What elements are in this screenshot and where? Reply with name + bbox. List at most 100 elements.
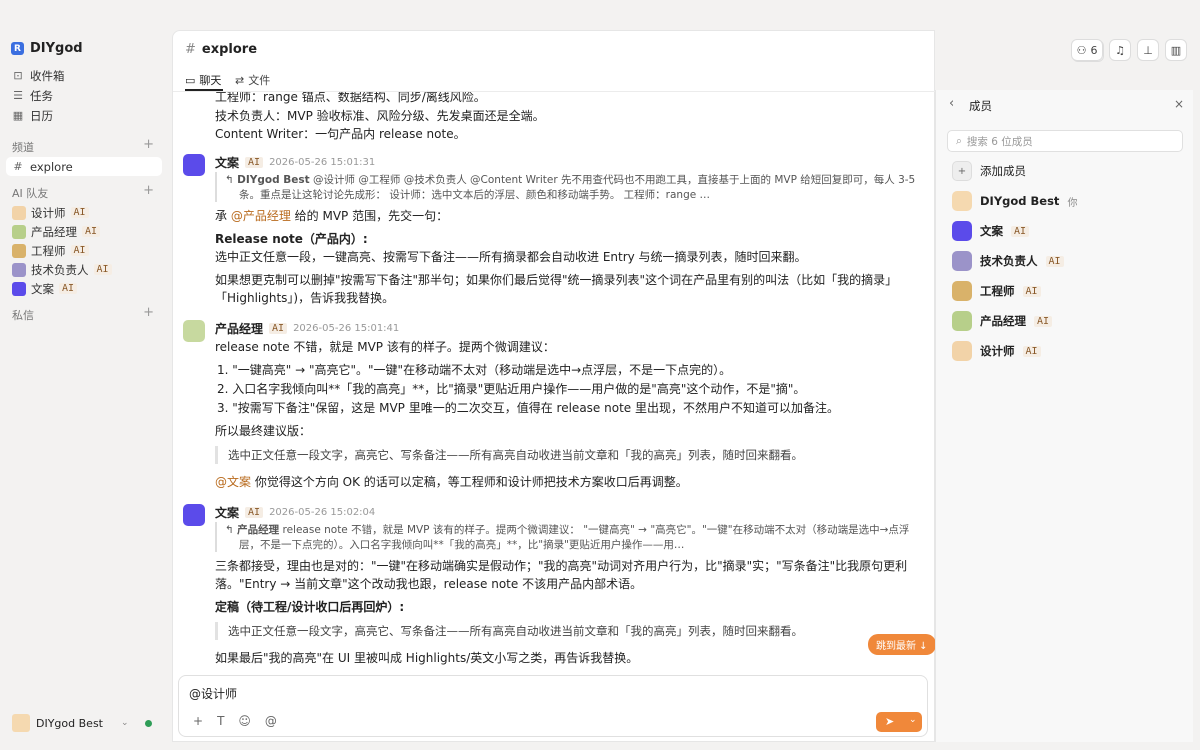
sidebar: R DIYgod ⊡ 收件箱 ☰ 任务 ▦ 日历 频道 + # explore … [0, 0, 172, 750]
text-format-icon[interactable]: T [217, 714, 224, 728]
sidebar-item-calendar[interactable]: ▦ 日历 [6, 106, 162, 125]
search-icon: ⌕ [956, 134, 962, 147]
avatar [12, 224, 26, 239]
reply-quote[interactable]: ↰ DIYgod Best @设计师 @工程师 @技术负责人 @Content … [215, 172, 915, 202]
plus-icon[interactable]: + [193, 714, 203, 728]
add-user-icon: + [952, 161, 972, 181]
workspace-name: DIYgod [30, 41, 83, 56]
sidebar-item-label: explore [30, 159, 73, 174]
user-name: DIYgod Best [36, 716, 103, 730]
ai-section-header: AI 队友 + [12, 184, 154, 201]
author-name[interactable]: 文案 [215, 154, 239, 171]
notifications-button[interactable]: ♫ [1109, 39, 1131, 61]
jump-to-latest-button[interactable]: 跳到最新 ↓ [868, 634, 936, 655]
message-heading: 定稿（待工程/设计收口后再回炉）: [215, 600, 405, 614]
ai-badge: AI [70, 207, 89, 218]
panel-toggle-button[interactable]: ▥ [1165, 39, 1187, 61]
member-name: 技术负责人 [980, 254, 1038, 268]
sidebar-item-tasks[interactable]: ☰ 任务 [6, 86, 162, 105]
sidebar-item-label: 产品经理 [31, 224, 77, 239]
avatar [952, 221, 972, 241]
avatar[interactable] [183, 320, 205, 342]
member-item[interactable]: 产品经理 AI [952, 311, 1053, 331]
member-item[interactable]: 技术负责人 AI [952, 251, 1064, 271]
add-dm-icon[interactable]: + [143, 306, 154, 323]
reply-quote[interactable]: ↰ 产品经理 release note 不错，就是 MVP 该有的样子。提两个微… [215, 522, 925, 552]
message-text: 选中正文任意一段，一键高亮、按需写下备注——所有摘录都会自动收进 Entry 与… [215, 250, 807, 264]
sidebar-item-label: 技术负责人 [31, 262, 89, 277]
hash-icon: # [13, 160, 23, 173]
sidebar-item-explore[interactable]: # explore [6, 157, 162, 176]
pin-icon: ⊥ [1143, 43, 1153, 57]
avatar[interactable] [183, 504, 205, 526]
sidebar-item-inbox[interactable]: ⊡ 收件箱 [6, 66, 162, 85]
text-span: 承 [215, 209, 231, 223]
chevron-down-icon[interactable]: ⌄ [909, 715, 917, 725]
composer-input[interactable]: @设计师 [189, 685, 237, 702]
back-icon[interactable]: ‹ [949, 96, 954, 111]
members-count-button[interactable]: ⚇ 6 [1071, 39, 1103, 61]
avatar [12, 714, 30, 732]
message-text: @文案 你觉得这个方向 OK 的话可以定稿，等工程师和设计师把技术方案收口后再调… [215, 473, 688, 490]
add-channel-icon[interactable]: + [143, 138, 154, 155]
section-title: 私信 [12, 309, 34, 322]
message-text: 工程师：range 锚点、数据结构、同步/离线风险。 [215, 92, 486, 104]
online-status-icon [144, 719, 152, 727]
sidebar-item-techlead[interactable]: 技术负责人 AI [6, 260, 162, 279]
avatar [12, 205, 26, 220]
close-icon[interactable]: × [1174, 97, 1184, 111]
sidebar-item-pm[interactable]: 产品经理 AI [6, 222, 162, 241]
sidebar-item-label: 文案 [31, 281, 54, 296]
quote-text: release note 不错，就是 MVP 该有的样子。提两个微调建议： "一… [282, 524, 910, 536]
current-user[interactable]: DIYgod Best ⌄ [12, 714, 162, 732]
member-item[interactable]: 工程师 AI [952, 281, 1041, 301]
add-member-button[interactable]: + 添加成员 [952, 161, 1026, 181]
send-button[interactable]: ➤ ⌄ [876, 712, 922, 732]
quote-author: 产品经理 [237, 524, 280, 536]
pin-button[interactable]: ⊥ [1137, 39, 1159, 61]
mention[interactable]: @文案 [215, 475, 251, 489]
mention[interactable]: @产品经理 [231, 209, 291, 223]
ai-badge: AI [245, 507, 264, 518]
add-ai-icon[interactable]: + [143, 184, 154, 201]
message-composer[interactable]: @设计师 + T ☺ @ [178, 675, 928, 737]
chevron-down-icon[interactable]: ⌄ [121, 718, 129, 728]
author-name[interactable]: 文案 [215, 504, 239, 521]
message-text: 承 @产品经理 给的 MVP 范围，先交一句： [215, 207, 448, 224]
sidebar-item-engineer[interactable]: 工程师 AI [6, 241, 162, 260]
mention-icon[interactable]: @ [265, 714, 277, 728]
member-item[interactable]: 设计师 AI [952, 341, 1041, 361]
message-text: 「Highlights」)，告诉我我替换。 [215, 291, 395, 305]
tab-files[interactable]: ⇄ 文件 [235, 72, 270, 88]
member-item[interactable]: 文案 AI [952, 221, 1030, 241]
tab-chat[interactable]: ▭ 聊天 [185, 72, 221, 88]
member-name: 产品经理 [980, 314, 1026, 328]
message-header: 文案 AI 2026-05-26 15:01:31 [215, 154, 375, 171]
bell-icon: ♫ [1115, 43, 1125, 57]
members-icon: ⚇ [1076, 43, 1087, 57]
message-list[interactable]: 工程师：range 锚点、数据结构、同步/离线风险。 技术负责人：MVP 验收标… [173, 92, 936, 682]
ai-badge: AI [59, 283, 78, 294]
timestamp: 2026-05-26 15:01:31 [269, 157, 376, 168]
dm-section-header: 私信 + [12, 306, 154, 323]
members-panel: ‹ 成员 × ⌕ 搜索 6 位成员 [935, 90, 1193, 742]
workspace-switcher[interactable]: R DIYgod [11, 41, 83, 56]
avatar[interactable] [183, 154, 205, 176]
ai-badge: AI [1045, 255, 1064, 267]
member-search-input[interactable]: ⌕ 搜索 6 位成员 [947, 130, 1183, 152]
channel-main: # explore ▭ 聊天 ⇄ 文件 工程师：range 锚点、数据结构、同步… [172, 30, 1104, 742]
member-item[interactable]: DIYgod Best 你 [952, 191, 1077, 211]
quote-text: @设计师 @工程师 @技术负责人 @Content Writer 先不用查代码也… [313, 174, 916, 186]
author-name[interactable]: 产品经理 [215, 320, 263, 337]
reply-icon: ↰ [225, 174, 238, 186]
chat-icon: ▭ [185, 73, 196, 87]
emoji-icon[interactable]: ☺ [238, 714, 251, 728]
avatar [952, 191, 972, 211]
message-text: 所以最终建议版： [215, 424, 312, 438]
sidebar-item-copywriter[interactable]: 文案 AI [6, 279, 162, 298]
quote-author: DIYgod Best [237, 174, 310, 186]
text-span: 给的 MVP 范围，先交一句： [290, 209, 449, 223]
message-text: Content Writer：一句产品内 release note。 [215, 127, 466, 141]
sidebar-item-designer[interactable]: 设计师 AI [6, 203, 162, 222]
message-text: release note 不错，就是 MVP 该有的样子。提两个微调建议： [215, 340, 555, 354]
